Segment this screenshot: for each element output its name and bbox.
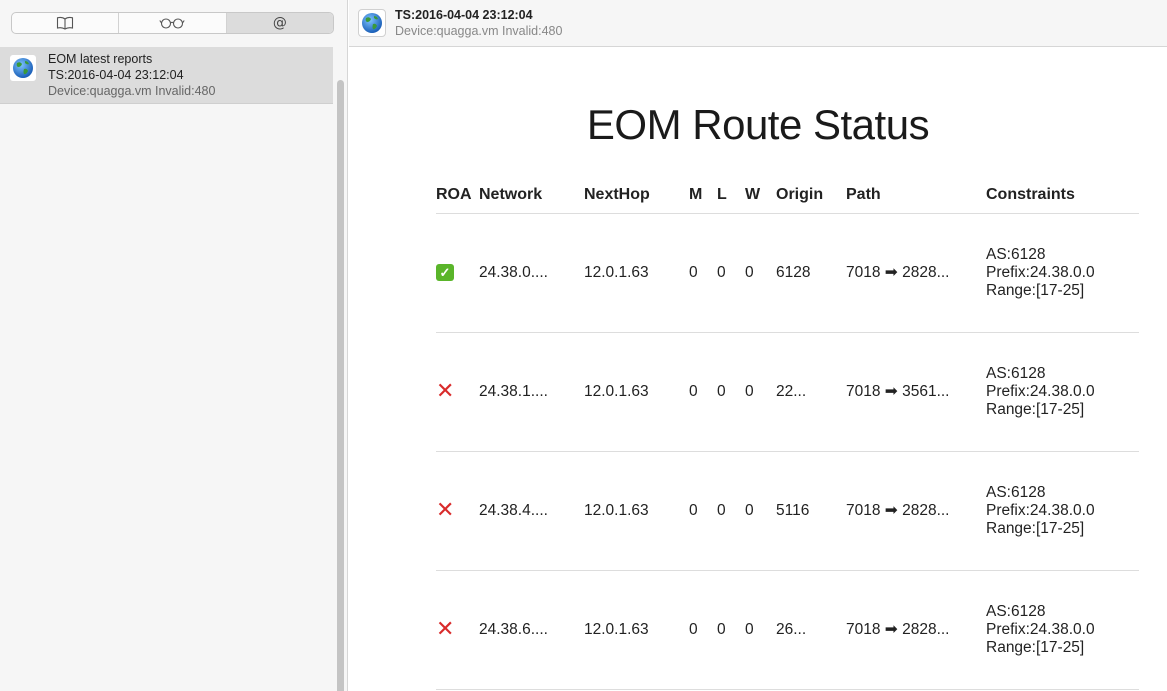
m-cell: 0 bbox=[689, 213, 717, 333]
constraint-prefix: Prefix:24.38.0.0 bbox=[986, 263, 1095, 281]
nexthop-cell: 12.0.1.63 bbox=[584, 213, 689, 333]
origin-cell: 6128 bbox=[776, 213, 846, 333]
page-title: EOM Route Status bbox=[586, 101, 930, 148]
constraint-range: Range:[17-25] bbox=[986, 281, 1085, 299]
roa-cell: ✕ bbox=[436, 570, 479, 690]
column-header-roa: ROA bbox=[436, 178, 479, 214]
sidebar: @ EOM latest reports TS:2016-04-04 23:12… bbox=[0, 0, 348, 691]
constraints-cell: AS:6128 Prefix:24.38.0.0 Range:[17-25] bbox=[986, 332, 1139, 452]
constraint-range: Range:[17-25] bbox=[986, 519, 1085, 537]
header-device: Device:quagga.vm Invalid:480 bbox=[395, 24, 563, 38]
invalid-x-icon: ✕ bbox=[436, 616, 455, 642]
l-cell: 0 bbox=[717, 213, 745, 333]
globe-icon bbox=[362, 13, 382, 33]
w-cell: 0 bbox=[745, 451, 776, 571]
constraint-range: Range:[17-25] bbox=[986, 638, 1085, 656]
glasses-icon bbox=[159, 18, 186, 29]
invalid-x-icon: ✕ bbox=[436, 497, 455, 523]
roa-cell: ✓ bbox=[436, 213, 479, 333]
l-cell: 0 bbox=[717, 451, 745, 571]
route-status-table: ROA Network NextHop M L W Origin Path Co… bbox=[436, 178, 1139, 690]
header-timestamp: TS:2016-04-04 23:12:04 bbox=[395, 8, 533, 22]
column-header-constraints: Constraints bbox=[986, 178, 1139, 214]
column-header-network: Network bbox=[479, 178, 584, 214]
constraints-cell: AS:6128 Prefix:24.38.0.0 Range:[17-25] bbox=[986, 451, 1139, 571]
path-cell: 7018 ➡ 2828... bbox=[846, 451, 986, 571]
tab-reading-list[interactable] bbox=[119, 13, 227, 33]
origin-cell: 26... bbox=[776, 570, 846, 690]
table-header-row: ROA Network NextHop M L W Origin Path Co… bbox=[436, 178, 1139, 214]
constraints-cell: AS:6128 Prefix:24.38.0.0 Range:[17-25] bbox=[986, 570, 1139, 690]
m-cell: 0 bbox=[689, 570, 717, 690]
m-cell: 0 bbox=[689, 332, 717, 452]
origin-cell: 22... bbox=[776, 332, 846, 452]
column-header-m: M bbox=[689, 178, 717, 214]
table-row: ✓ 24.38.0.... 12.0.1.63 0 0 0 6128 7018 ➡ 2828.… bbox=[436, 213, 1139, 333]
list-item[interactable]: EOM latest reports TS:2016-04-04 23:12:0… bbox=[0, 47, 333, 104]
invalid-x-icon: ✕ bbox=[436, 378, 455, 404]
column-header-origin: Origin bbox=[776, 178, 846, 214]
tab-bookmarks[interactable] bbox=[12, 13, 120, 33]
tab-shared-links[interactable]: @ bbox=[226, 13, 333, 33]
message-header: TS:2016-04-04 23:12:04 Device:quagga.vm … bbox=[349, 0, 1167, 47]
network-cell: 24.38.4.... bbox=[479, 451, 584, 571]
roa-cell: ✕ bbox=[436, 332, 479, 452]
column-header-path: Path bbox=[846, 178, 986, 214]
roa-cell: ✕ bbox=[436, 451, 479, 571]
report-content: EOM Route Status ROA Network NextHop M L… bbox=[349, 48, 1167, 691]
network-cell: 24.38.6.... bbox=[479, 570, 584, 690]
table-row: ✕ 24.38.6.... 12.0.1.63 0 0 0 26... 7018 ➡ 2828… bbox=[436, 570, 1139, 690]
w-cell: 0 bbox=[745, 570, 776, 690]
header-icon-frame bbox=[358, 9, 386, 37]
constraints-cell: AS:6128 Prefix:24.38.0.0 Range:[17-25] bbox=[986, 213, 1139, 333]
list-item-device: Device:quagga.vm Invalid:480 bbox=[48, 84, 216, 98]
nexthop-cell: 12.0.1.63 bbox=[584, 570, 689, 690]
nexthop-cell: 12.0.1.63 bbox=[584, 332, 689, 452]
l-cell: 0 bbox=[717, 570, 745, 690]
column-header-l: L bbox=[717, 178, 745, 214]
constraint-prefix: Prefix:24.38.0.0 bbox=[986, 382, 1095, 400]
sidebar-scrollbar[interactable] bbox=[337, 80, 344, 691]
table-row: ✕ 24.38.1.... 12.0.1.63 0 0 0 22... 7018 ➡ 3561… bbox=[436, 332, 1139, 452]
constraint-as: AS:6128 bbox=[986, 364, 1046, 382]
path-cell: 7018 ➡ 2828... bbox=[846, 213, 986, 333]
constraint-as: AS:6128 bbox=[986, 483, 1046, 501]
constraint-as: AS:6128 bbox=[986, 602, 1046, 620]
table-row: ✕ 24.38.4.... 12.0.1.63 0 0 0 5116 7018 ➡ 2828.… bbox=[436, 451, 1139, 571]
book-icon bbox=[57, 16, 74, 30]
column-header-nexthop: NextHop bbox=[584, 178, 689, 214]
path-cell: 7018 ➡ 3561... bbox=[846, 332, 986, 452]
route-rows: ✓ 24.38.0.... 12.0.1.63 0 0 0 6128 7018 ➡ 2828.… bbox=[436, 213, 1139, 690]
w-cell: 0 bbox=[745, 332, 776, 452]
at-sign-label: @ bbox=[272, 15, 287, 31]
m-cell: 0 bbox=[689, 451, 717, 571]
constraint-as: AS:6128 bbox=[986, 245, 1046, 263]
network-cell: 24.38.0.... bbox=[479, 213, 584, 333]
nexthop-cell: 12.0.1.63 bbox=[584, 451, 689, 571]
view-segmented-control: @ bbox=[11, 12, 334, 34]
path-cell: 7018 ➡ 2828... bbox=[846, 570, 986, 690]
globe-icon bbox=[10, 55, 36, 81]
origin-cell: 5116 bbox=[776, 451, 846, 571]
l-cell: 0 bbox=[717, 332, 745, 452]
constraint-prefix: Prefix:24.38.0.0 bbox=[986, 620, 1095, 638]
constraint-range: Range:[17-25] bbox=[986, 400, 1085, 418]
list-item-timestamp: TS:2016-04-04 23:12:04 bbox=[48, 68, 184, 82]
w-cell: 0 bbox=[745, 213, 776, 333]
constraint-prefix: Prefix:24.38.0.0 bbox=[986, 501, 1095, 519]
network-cell: 24.38.1.... bbox=[479, 332, 584, 452]
valid-check-icon: ✓ bbox=[436, 263, 454, 281]
column-header-w: W bbox=[745, 178, 776, 214]
list-item-title: EOM latest reports bbox=[48, 52, 153, 66]
